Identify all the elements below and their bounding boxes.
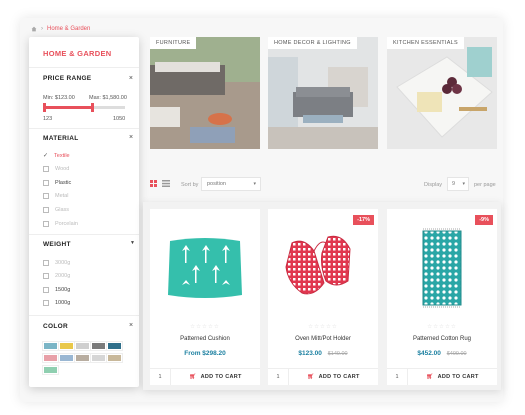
list-view-icon[interactable] — [162, 180, 170, 187]
breadcrumb-current[interactable]: Home & Garden — [47, 26, 90, 32]
sort-select[interactable]: position ▾ — [201, 177, 261, 191]
quantity-input[interactable]: 1 — [268, 369, 289, 385]
material-option-plastic[interactable]: Plastic — [43, 180, 71, 186]
per-page-label: per page — [474, 182, 496, 188]
category-kitchen-essentials[interactable]: KITCHEN ESSENTIALS — [387, 37, 497, 149]
weight-option-1000g[interactable]: 1000g — [43, 300, 70, 306]
rating-stars: ☆☆☆☆☆ — [190, 324, 220, 330]
rating-stars: ☆☆☆☆☆ — [427, 324, 457, 330]
cart-icon: 🛒︎ — [189, 374, 197, 380]
weight-option-2000g[interactable]: 2000g — [43, 273, 70, 279]
checkbox[interactable] — [43, 193, 49, 199]
grid-view-icon[interactable] — [150, 180, 157, 187]
category-home-decor-lighting[interactable]: HOME DECOR & LIGHTING — [268, 37, 378, 149]
quantity-input[interactable]: 1 — [387, 369, 408, 385]
furniture-image — [150, 37, 260, 149]
color-swatch[interactable] — [91, 342, 106, 350]
category-label: HOME DECOR & LIGHTING — [268, 37, 357, 49]
cart-icon: 🛒︎ — [426, 374, 434, 380]
sidebar-title: HOME & GARDEN — [43, 49, 112, 58]
color-swatch[interactable] — [75, 354, 90, 362]
price-min-value[interactable]: 123 — [43, 116, 52, 122]
category-label: FURNITURE — [150, 37, 197, 49]
display-select[interactable]: 9 ▾ — [447, 177, 469, 191]
divider — [29, 128, 139, 129]
color-swatch[interactable] — [43, 342, 58, 350]
color-swatches — [43, 342, 122, 374]
product-card[interactable]: ☆☆☆☆☆ Patterned Cushion From $298.20 1 🛒… — [150, 209, 260, 385]
price-slider-max-handle[interactable] — [90, 103, 94, 112]
material-option-wood[interactable]: Wood — [43, 166, 69, 172]
oven-mitt-image — [285, 235, 351, 295]
checkbox[interactable] — [43, 273, 49, 279]
product-price: $452.00 $499.00 — [417, 350, 467, 357]
material-option-glass[interactable]: Glass — [43, 207, 69, 213]
product-price: From $298.20 — [184, 350, 226, 357]
divider — [29, 67, 139, 68]
price-range-heading[interactable]: PRICE RANGE — [43, 75, 91, 82]
material-option-textile[interactable]: ✓ Textile — [43, 152, 70, 160]
display-label: Display — [424, 182, 443, 188]
color-swatch[interactable] — [43, 366, 58, 374]
checkbox[interactable] — [43, 221, 49, 227]
cart-row: 1 🛒︎ ADD TO CART — [268, 368, 378, 385]
product-name[interactable]: Patterned Cushion — [150, 336, 260, 342]
checkbox[interactable] — [43, 300, 49, 306]
price-slider[interactable] — [43, 103, 125, 112]
material-heading[interactable]: MATERIAL — [43, 135, 79, 142]
color-swatch[interactable] — [91, 354, 106, 362]
price-max-value[interactable]: 1050 — [113, 116, 125, 122]
color-swatch[interactable] — [75, 342, 90, 350]
color-heading[interactable]: COLOR — [43, 323, 68, 330]
add-to-cart-button[interactable]: 🛒︎ ADD TO CART — [408, 374, 497, 380]
checkbox[interactable] — [43, 166, 49, 172]
checkbox[interactable] — [43, 287, 49, 293]
rug-image — [422, 228, 462, 308]
color-swatch[interactable] — [59, 354, 74, 362]
color-swatch[interactable] — [107, 354, 122, 362]
price-slider-min-handle[interactable] — [43, 103, 46, 112]
checkbox[interactable] — [43, 207, 49, 213]
add-to-cart-button[interactable]: 🛒︎ ADD TO CART — [289, 374, 378, 380]
cart-row: 1 🛒︎ ADD TO CART — [150, 368, 260, 385]
weight-heading[interactable]: WEIGHT — [43, 241, 71, 248]
product-name[interactable]: Patterned Cotton Rug — [387, 336, 497, 342]
cushion-image — [168, 238, 242, 298]
product-card[interactable]: -17% ☆☆☆☆☆ Oven Mitt/Pot Holder $123.00 … — [268, 209, 378, 385]
sort-by-label: Sort by — [181, 182, 199, 188]
category-label: KITCHEN ESSENTIALS — [387, 37, 464, 49]
checkmark-icon: ✓ — [43, 153, 49, 159]
add-to-cart-button[interactable]: 🛒︎ ADD TO CART — [171, 374, 260, 380]
breadcrumb: › Home & Garden — [31, 26, 90, 32]
price-min-label: Min: $123.00 — [43, 95, 75, 101]
material-option-metal[interactable]: Metal — [43, 193, 68, 199]
weight-option-1500g[interactable]: 1500g — [43, 287, 70, 293]
kitchen-image — [387, 37, 497, 149]
cart-icon: 🛒︎ — [307, 374, 315, 380]
living-room-image — [268, 37, 378, 149]
checkbox[interactable] — [43, 180, 49, 186]
color-swatch[interactable] — [43, 354, 58, 362]
cart-row: 1 🛒︎ ADD TO CART — [387, 368, 497, 385]
divider — [29, 315, 139, 316]
product-price: $123.00 $149.00 — [298, 350, 348, 357]
price-slider-fill — [43, 106, 94, 109]
divider — [29, 234, 139, 235]
chevron-down-icon: ▾ — [253, 181, 256, 187]
product-card[interactable]: -9% ☆☆☆☆☆ Patterned Cotton Rug $452.00 $… — [387, 209, 497, 385]
rating-stars: ☆☆☆☆☆ — [308, 324, 338, 330]
weight-option-3000g[interactable]: 3000g — [43, 260, 70, 266]
checkbox[interactable] — [43, 260, 49, 266]
quantity-input[interactable]: 1 — [150, 369, 171, 385]
material-option-porcelain[interactable]: Porcelain — [43, 221, 78, 227]
price-max-label: Max: $1,580.00 — [89, 95, 127, 101]
close-icon[interactable]: × — [129, 75, 133, 82]
breadcrumb-separator: › — [41, 26, 43, 32]
color-swatch[interactable] — [107, 342, 122, 350]
chevron-down-icon: ▾ — [462, 181, 465, 187]
home-icon[interactable] — [31, 26, 37, 32]
product-name[interactable]: Oven Mitt/Pot Holder — [268, 336, 378, 342]
category-furniture[interactable]: FURNITURE — [150, 37, 260, 149]
color-swatch[interactable] — [59, 342, 74, 350]
